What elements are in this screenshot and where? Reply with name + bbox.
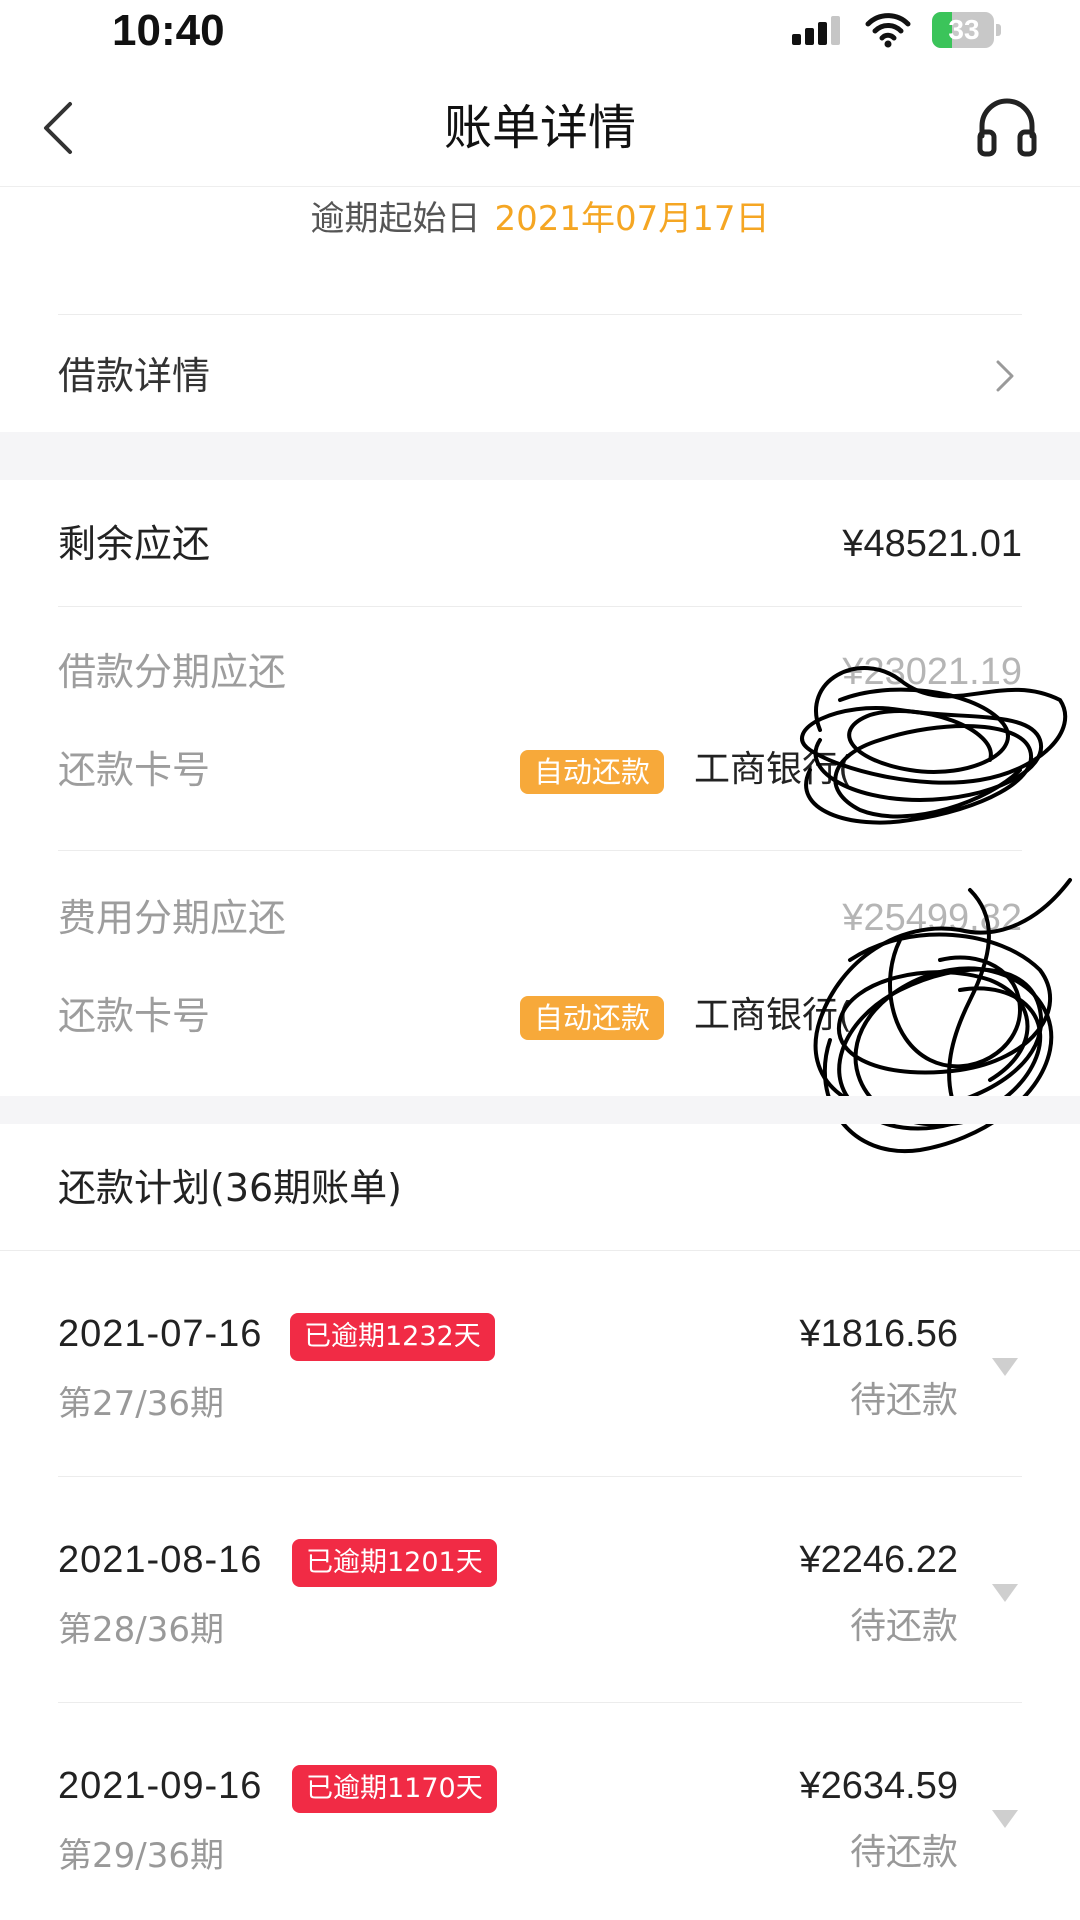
loan-detail-label: 借款详情 [58,354,211,398]
section-gap [0,1096,1080,1124]
divider [58,1702,1022,1703]
expand-triangle-icon[interactable] [992,1810,1018,1828]
overdue-badge: 已逾期1201天 [292,1539,497,1587]
plan-row-amount: ¥2246.22 [799,1539,959,1581]
remaining-label: 剩余应还 [58,522,211,566]
battery-level-text: 33 [948,14,980,45]
battery-body: 33 [932,12,994,48]
page-title: 账单详情 [443,100,636,156]
plan-row-date: 2021-07-16 [58,1313,263,1355]
divider [0,1250,1080,1251]
cellular-signal-icon [792,16,840,45]
loan-installment-label: 借款分期应还 [58,650,287,694]
battery-icon: 33 [932,12,1002,48]
overdue-start-date: 2021年07月17日 [494,199,770,239]
remaining-value: ¥48521.01 [842,523,1022,565]
headset-icon[interactable] [974,94,1040,160]
plan-row-amount: ¥2634.59 [799,1765,959,1807]
overdue-badge: 已逾期1232天 [290,1313,495,1361]
plan-row-date: 2021-08-16 [58,1539,263,1581]
plan-row-amount: ¥1816.56 [799,1313,959,1355]
nav-bar: 账单详情 [0,70,1080,187]
section-gap [0,432,1080,480]
wifi-icon [865,13,911,48]
plan-title: 还款计划(36期账单) [58,1166,403,1210]
loan-detail-row[interactable]: 借款详情 [58,350,1022,402]
fee-card-label: 还款卡号 [58,994,211,1038]
divider [58,1476,1022,1477]
expand-triangle-icon[interactable] [992,1358,1018,1376]
plan-row-date: 2021-09-16 [58,1765,263,1807]
divider [58,314,1022,315]
status-bar: 10:40 33 [0,0,1080,70]
plan-row-status: 待还款 [849,1832,958,1873]
expand-triangle-icon[interactable] [992,1584,1018,1602]
plan-row-term: 第27/36期 [58,1384,224,1424]
chevron-right-icon[interactable] [992,356,1018,396]
auto-repay-badge: 自动还款 [520,996,665,1040]
auto-repay-badge: 自动还款 [520,750,665,794]
plan-row-term: 第28/36期 [58,1610,224,1650]
overdue-start-line: 逾期起始日 2021年07月17日 [0,196,1080,242]
plan-row-status: 待还款 [849,1380,958,1421]
overdue-badge: 已逾期1170天 [292,1765,497,1813]
status-time: 10:40 [112,6,225,55]
divider [58,606,1022,607]
plan-row-status: 待还款 [849,1606,958,1647]
overdue-start-label: 逾期起始日 [310,199,481,239]
fee-installment-label: 费用分期应还 [58,896,287,940]
loan-card-label: 还款卡号 [58,748,211,792]
battery-tip [996,24,1001,36]
plan-row-term: 第29/36期 [58,1836,224,1876]
